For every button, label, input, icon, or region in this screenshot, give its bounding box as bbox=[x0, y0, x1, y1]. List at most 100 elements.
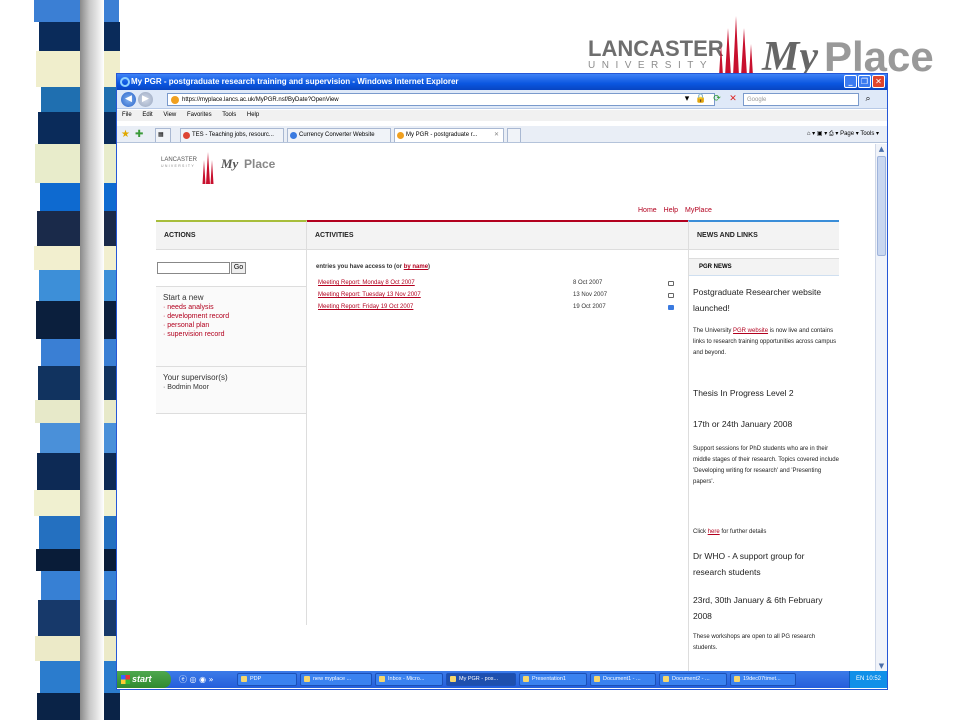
tab-close-icon[interactable]: ✕ bbox=[494, 129, 499, 142]
news-date-2: 23rd, 30th January & 6th February 2008 bbox=[693, 595, 823, 621]
add-favorite-icon[interactable]: ✚ bbox=[135, 129, 143, 140]
menu-tools[interactable]: Tools bbox=[222, 112, 236, 118]
command-bar: ⌂ ▾ ▣ ▾ ⎙ ▾ Page ▾ Tools ▾ bbox=[807, 129, 879, 140]
search-icon[interactable]: ⌕ bbox=[862, 93, 874, 106]
scroll-thumb[interactable] bbox=[877, 156, 886, 256]
here-link[interactable]: here bbox=[708, 529, 720, 535]
address-bar: ◀ ▶ https://myplace.lancs.ac.uk/MyPGR.ns… bbox=[117, 90, 887, 109]
lock-icon[interactable]: 🔒 bbox=[695, 93, 707, 106]
taskbar-item[interactable]: Inbox - Micro... bbox=[375, 673, 443, 686]
tab-bar: ★ ✚ ▦ TES - Teaching jobs, resourc... Cu… bbox=[117, 126, 887, 143]
pgr-website-link[interactable]: PGR website bbox=[733, 328, 768, 334]
tab-tes-label: TES - Teaching jobs, resourc... bbox=[192, 132, 274, 138]
logo-my: My bbox=[221, 156, 239, 171]
help-link[interactable]: Help bbox=[664, 207, 678, 214]
scroll-up-icon[interactable]: ▲ bbox=[876, 144, 887, 154]
maximize-button[interactable]: ❐ bbox=[858, 75, 871, 88]
needs-analysis-link[interactable]: · needs analysis bbox=[156, 302, 306, 311]
supervisor-name: · Bodmin Moor bbox=[163, 384, 209, 391]
menu-favorites[interactable]: Favorites bbox=[187, 112, 212, 118]
by-name-link[interactable]: by name bbox=[404, 264, 428, 270]
taskbar-item[interactable]: My PGR - pos... bbox=[446, 673, 516, 686]
news-column: NEWS AND LINKS PGR NEWS Postgraduate Res… bbox=[688, 220, 839, 671]
close-button[interactable]: ✕ bbox=[872, 75, 885, 88]
activity-link[interactable]: Meeting Report: Tuesday 13 Nov 2007 bbox=[318, 292, 421, 298]
url-field[interactable]: https://myplace.lancs.ac.uk/MyPGR.nsf/By… bbox=[167, 93, 715, 106]
activity-link[interactable]: Meeting Report: Monday 8 Oct 2007 bbox=[318, 280, 415, 286]
stripe bbox=[38, 366, 120, 400]
stripe bbox=[37, 211, 120, 246]
brand-my: My bbox=[762, 34, 818, 80]
brand-lancaster: LANCASTER bbox=[588, 36, 724, 61]
taskbar-item[interactable]: Document2 - ... bbox=[659, 673, 727, 686]
logo-university: UNIVERSITY bbox=[161, 164, 196, 168]
print-icon[interactable]: ⎙ ▾ bbox=[829, 131, 838, 137]
page-tools-menu[interactable]: Page ▾ Tools ▾ bbox=[840, 131, 879, 137]
news-paragraph-4: These workshops are open to all PG resea… bbox=[693, 634, 816, 651]
stop-icon[interactable]: ✕ bbox=[727, 93, 739, 106]
vertical-scrollbar[interactable]: ▲ ▼ bbox=[875, 144, 887, 671]
refresh-icon[interactable]: ⟳ bbox=[711, 93, 723, 106]
window-title: My PGR - postgraduate research training … bbox=[131, 77, 459, 86]
development-record-link[interactable]: · development record bbox=[156, 311, 306, 320]
go-button[interactable]: Go bbox=[231, 262, 246, 274]
actions-column: ACTIONS Go Start a new · needs analysis … bbox=[156, 220, 307, 625]
menu-help[interactable]: Help bbox=[247, 112, 259, 118]
tab-tes[interactable]: TES - Teaching jobs, resourc... bbox=[180, 128, 284, 142]
dropdown-icon[interactable]: ▾ bbox=[681, 93, 693, 106]
taskbar-item[interactable]: Presentation1 bbox=[519, 673, 587, 686]
activities-heading: ACTIVITIES bbox=[307, 222, 688, 250]
start-label: start bbox=[132, 674, 152, 684]
supervisor-heading: Your supervisor(s) bbox=[163, 373, 228, 382]
stripe bbox=[38, 600, 120, 636]
tab-currency[interactable]: Currency Converter Website bbox=[287, 128, 391, 142]
back-button[interactable]: ◀ bbox=[121, 92, 136, 107]
menu-edit[interactable]: Edit bbox=[142, 112, 152, 118]
pgr-news-heading: PGR NEWS bbox=[689, 258, 839, 276]
actions-heading: ACTIONS bbox=[156, 222, 306, 250]
document-icon[interactable] bbox=[668, 281, 674, 286]
tab-mypgr-label: My PGR - postgraduate r... bbox=[406, 132, 478, 138]
taskbar-item-label: Document1 - ... bbox=[603, 676, 641, 682]
taskbar-item[interactable]: 19dec07timet... bbox=[730, 673, 796, 686]
ie-icon bbox=[120, 77, 130, 87]
taskbar-item-label: PDP bbox=[250, 676, 262, 682]
document-icon[interactable] bbox=[668, 305, 674, 310]
tab-mypgr[interactable]: My PGR - postgraduate r... ✕ bbox=[394, 128, 504, 142]
document-icon[interactable] bbox=[668, 293, 674, 298]
stripe bbox=[34, 490, 119, 516]
stripe bbox=[36, 51, 120, 87]
start-new-heading: Start a new bbox=[163, 293, 204, 302]
taskbar-item-label: Document2 - ... bbox=[672, 676, 710, 682]
taskbar-item[interactable]: PDP bbox=[237, 673, 297, 686]
quick-tabs-button[interactable]: ▦ bbox=[155, 128, 171, 142]
stripe bbox=[35, 636, 120, 661]
new-tab-button[interactable] bbox=[507, 128, 521, 142]
home-icon[interactable]: ⌂ ▾ bbox=[807, 131, 815, 137]
menu-file[interactable]: File bbox=[122, 112, 132, 118]
supervision-record-link[interactable]: · supervision record bbox=[156, 329, 306, 338]
taskbar: start ⓔ ◎ ◉ » PDP new myplace ... Inbox … bbox=[117, 671, 887, 688]
logo-spires-icon bbox=[202, 152, 214, 184]
activities-column: ACTIVITIES entries you have access to (o… bbox=[307, 220, 688, 625]
scroll-down-icon[interactable]: ▼ bbox=[876, 661, 887, 671]
minimize-button[interactable]: _ bbox=[844, 75, 857, 88]
entries-caption: entries you have access to (or by name) bbox=[316, 264, 430, 270]
menu-view[interactable]: View bbox=[163, 112, 176, 118]
feeds-icon[interactable]: ▣ ▾ bbox=[817, 131, 827, 137]
home-link[interactable]: Home bbox=[638, 207, 657, 214]
favorites-star-icon[interactable]: ★ bbox=[121, 129, 130, 140]
quick-launch[interactable]: ⓔ ◎ ◉ » bbox=[171, 674, 237, 685]
stripe bbox=[36, 549, 120, 571]
personal-plan-link[interactable]: · personal plan bbox=[156, 320, 306, 329]
taskbar-item[interactable]: new myplace ... bbox=[300, 673, 372, 686]
search-field[interactable]: Google bbox=[743, 93, 859, 106]
myplace-link[interactable]: MyPlace bbox=[685, 207, 712, 214]
language-indicator[interactable]: EN bbox=[856, 676, 864, 682]
start-button[interactable]: start bbox=[117, 671, 171, 688]
activity-link[interactable]: Meeting Report: Friday 19 Oct 2007 bbox=[318, 304, 413, 310]
entries-close: ) bbox=[428, 264, 431, 270]
actions-search-input[interactable] bbox=[157, 262, 230, 274]
forward-button[interactable]: ▶ bbox=[138, 92, 153, 107]
taskbar-item[interactable]: Document1 - ... bbox=[590, 673, 656, 686]
